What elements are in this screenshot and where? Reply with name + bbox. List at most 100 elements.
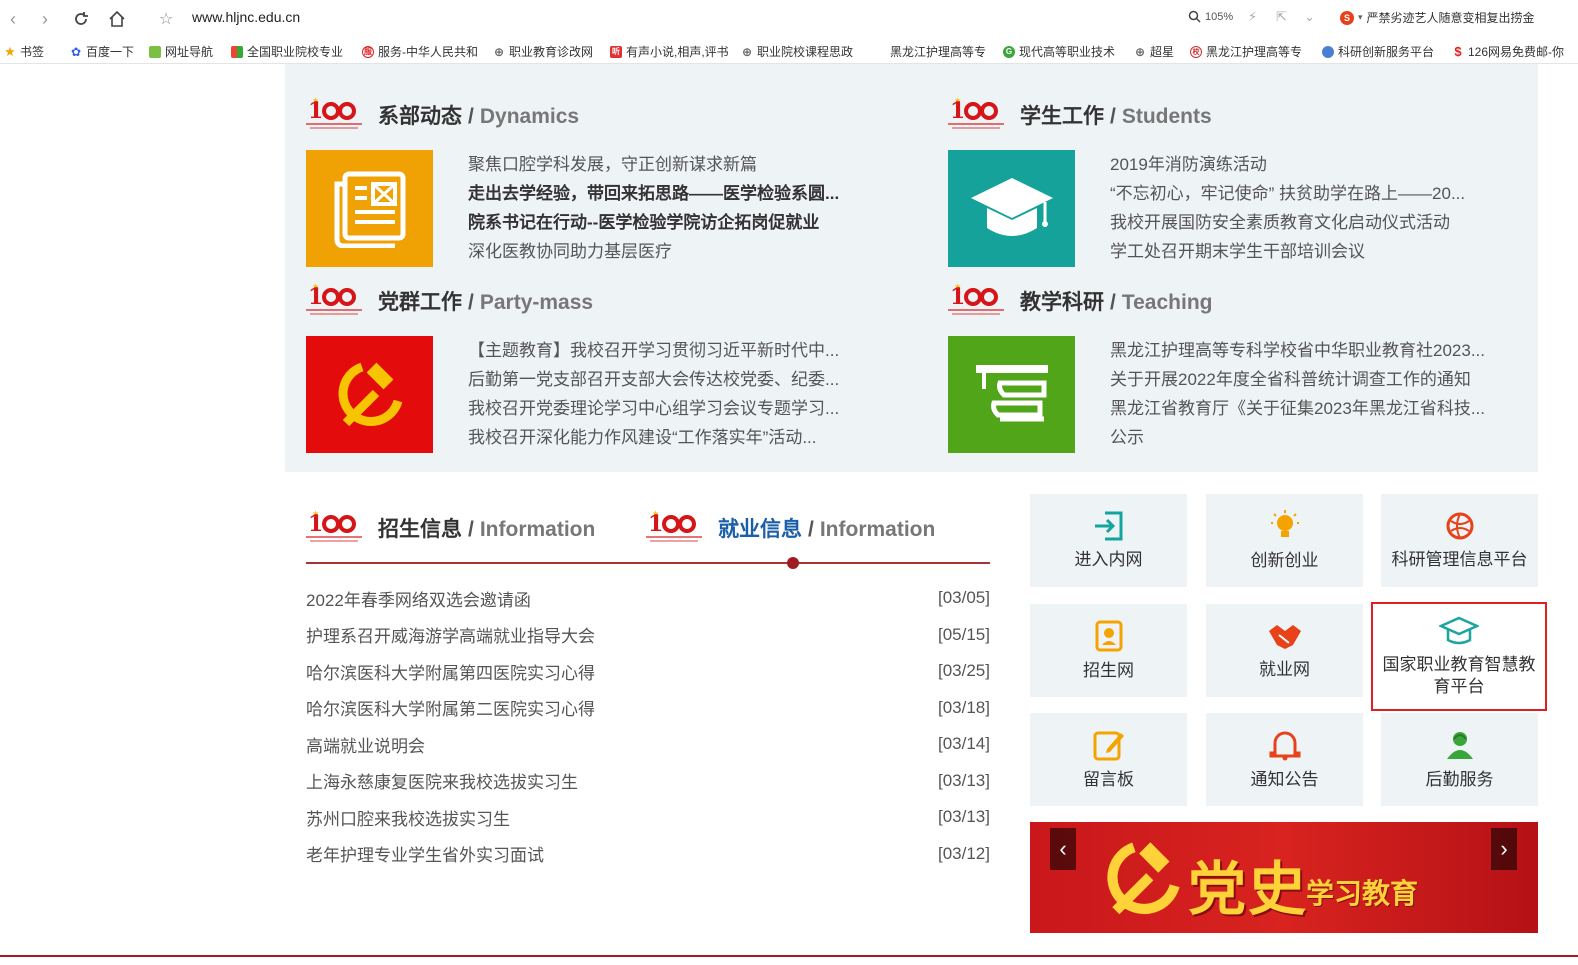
list-item[interactable]: 我校召开深化能力作风建设“工作落实年”活动... [468, 423, 840, 452]
news-row[interactable]: 护理系召开威海游学高端就业指导大会 [05/15] [306, 617, 990, 654]
section-title-cn: 学生工作 [1020, 105, 1104, 128]
tab-title-en: Information [819, 518, 936, 541]
news-date: [03/05] [938, 588, 990, 608]
news-title[interactable]: 上海永慈康复医院来我校选拔实习生 [306, 768, 578, 793]
list-item[interactable]: 黑龙江护理高等专科学校省中华职业教育社2023... [1110, 336, 1488, 365]
banner-prev-button[interactable]: ‹ [1050, 828, 1076, 870]
bookmark-star-icon[interactable]: ☆ [155, 8, 177, 30]
back-icon[interactable]: ‹ [2, 8, 24, 30]
news-row[interactable]: 2022年春季网络双选会邀请函 [03/05] [306, 580, 990, 617]
bookmark-item[interactable]: 全国职业院校专业 [231, 43, 343, 60]
news-row[interactable]: 哈尔滨医科大学附属第二医院实习心得 [03/18] [306, 690, 990, 727]
list-item[interactable]: 聚焦口腔学科发展，守正创新谋求新篇 [468, 150, 840, 179]
news-ticker[interactable]: S ▾ 严禁劣迹艺人随意变相复出捞金 [1340, 9, 1535, 26]
section-header-party[interactable]: ★ 1 党群工作 / Party-mass [306, 282, 593, 320]
bookmark-item[interactable]: 黑龙江护理高等专 [890, 43, 986, 60]
news-row[interactable]: 哈尔滨医科大学附属第四医院实习心得 [03/25] [306, 653, 990, 690]
bookmark-item[interactable]: ⊕ 职业教育诊改网 [493, 43, 593, 60]
quick-link-message-board[interactable]: 留言板 [1030, 713, 1187, 806]
list-item[interactable]: 深化医教协同助力基层医疗 [468, 237, 840, 266]
chevron-down-icon[interactable]: ⌄ [1304, 9, 1315, 25]
news-title[interactable]: 老年护理专业学生省外实习面试 [306, 841, 544, 866]
banner-next-button[interactable]: › [1491, 828, 1517, 870]
news-title[interactable]: 高端就业说明会 [306, 732, 425, 757]
bookmark-item[interactable]: ⊕ 职业院校课程思政 [741, 43, 853, 60]
party-100-logo-icon: ★ 1 [306, 509, 362, 547]
reload-icon[interactable] [70, 8, 92, 30]
list-item[interactable]: 2019年消防演练活动 [1110, 150, 1488, 179]
news-title[interactable]: 护理系召开威海游学高端就业指导大会 [306, 622, 595, 647]
gov-emblem-icon: 服 [362, 45, 374, 58]
bookmark-item[interactable]: ★ 书签 [4, 43, 44, 60]
bookmark-item[interactable]: ⊕ 超星 [1134, 43, 1174, 60]
list-item[interactable]: 后勤第一党支部召开支部大会传达校党委、纪委... [468, 365, 840, 394]
tab-underline [306, 562, 990, 564]
school-logo-icon: 校 [1190, 45, 1202, 58]
quick-link-employment[interactable]: 就业网 [1206, 604, 1363, 697]
tab-admission[interactable]: ★ 1 招生信息 / Information [306, 509, 595, 547]
address-bar[interactable]: www.hljnc.edu.cn [192, 9, 300, 25]
news-ticker-text: 严禁劣迹艺人随意变相复出捞金 [1366, 11, 1535, 25]
news-row[interactable]: 老年护理专业学生省外实习面试 [03/12] [306, 836, 990, 873]
quick-link-notices[interactable]: 通知公告 [1206, 713, 1363, 806]
books-cap-icon [975, 364, 1048, 421]
list-item[interactable]: 关于开展2022年度全省科普统计调查工作的通知 [1110, 365, 1488, 394]
section-header-dynamics[interactable]: ★ 1 系部动态 / Dynamics [306, 96, 579, 134]
bookmark-item[interactable]: 网址导航 [149, 43, 213, 60]
section-title-en: Teaching [1121, 291, 1213, 314]
quick-link-intranet[interactable]: 进入内网 [1030, 494, 1187, 587]
bookmarks-bar: ★ 书签 ✿ 百度一下 网址导航 全国职业院校专业 服服务-中华人民共和 ⊕ 职业教育… [0, 36, 1578, 64]
party-100-logo-icon: ★ 1 [306, 282, 362, 320]
nav-site-icon [149, 45, 161, 58]
students-tile[interactable] [948, 150, 1075, 267]
login-icon [1094, 511, 1122, 540]
dynamics-tile[interactable] [306, 150, 433, 267]
forward-icon[interactable]: › [34, 8, 56, 30]
zoom-level: 105% [1205, 10, 1234, 23]
list-item[interactable]: 我校开展国防安全素质教育文化启动仪式活动 [1110, 208, 1488, 237]
list-item[interactable]: 走出去学经验，带回来拓思路——医学检验系圆... [468, 179, 840, 208]
home-icon[interactable] [106, 8, 128, 30]
list-item[interactable]: 公示 [1110, 423, 1488, 452]
party-tile[interactable] [306, 336, 433, 453]
zoom-indicator[interactable]: 105% [1188, 10, 1233, 23]
quick-link-research[interactable]: 科研管理信息平台 [1381, 494, 1538, 587]
share-icon[interactable]: ⇱ [1276, 9, 1287, 25]
bookmark-item[interactable]: 听有声小说,相声,评书 [610, 43, 729, 60]
list-item[interactable]: 【主题教育】我校召开学习贯彻习近平新时代中... [468, 336, 840, 365]
news-title[interactable]: 苏州口腔来我校选拔实习生 [306, 805, 510, 830]
news-title[interactable]: 哈尔滨医科大学附属第二医院实习心得 [306, 695, 595, 720]
news-title[interactable]: 哈尔滨医科大学附属第四医院实习心得 [306, 659, 595, 684]
news-title[interactable]: 2022年春季网络双选会邀请函 [306, 586, 531, 611]
news-date: [03/13] [938, 770, 990, 790]
quick-link-logistics[interactable]: 后勤服务 [1381, 713, 1538, 806]
list-item[interactable]: “不忘初心，牢记使命” 扶贫助学在路上——20... [1110, 179, 1488, 208]
section-header-students[interactable]: ★ 1 学生工作 / Students [948, 96, 1212, 134]
party-history-banner[interactable]: 党史 学习教育 ‹ › [1030, 822, 1538, 933]
section-header-teaching[interactable]: ★ 1 教学科研 / Teaching [948, 282, 1212, 320]
news-date: [03/18] [938, 697, 990, 717]
bookmark-item[interactable]: 科研创新服务平台 [1322, 43, 1434, 60]
news-row[interactable]: 苏州口腔来我校选拔实习生 [03/13] [306, 799, 990, 836]
bookmark-item[interactable]: G 现代高等职业技术 [1003, 43, 1115, 60]
bookmark-item[interactable]: $126网易免费邮-你 [1452, 43, 1564, 60]
teaching-tile[interactable] [948, 336, 1075, 453]
bookmark-item[interactable]: ✿ 百度一下 [70, 43, 134, 60]
list-item[interactable]: 我校召开党委理论学习中心组学习会议专题学习... [468, 394, 840, 423]
quick-link-innovation[interactable]: 创新创业 [1206, 494, 1363, 587]
quick-link-admission[interactable]: 招生网 [1030, 604, 1187, 697]
sogou-icon: S [1340, 10, 1354, 25]
quick-link-smart-education[interactable]: 国家职业教育智慧教育平台 [1371, 602, 1547, 711]
tab-employment[interactable]: ★ 1 就业信息 / Information [646, 509, 935, 547]
bookmark-item[interactable]: 服服务-中华人民共和 [362, 43, 478, 60]
bookmark-item[interactable]: 校黑龙江护理高等专 [1190, 43, 1302, 60]
bell-icon [1269, 731, 1300, 760]
list-item[interactable]: 学工处召开期末学生干部培训会议 [1110, 237, 1488, 266]
site-logo-icon [1322, 45, 1334, 58]
news-row[interactable]: 上海永慈康复医院来我校选拔实习生 [03/13] [306, 763, 990, 800]
list-item[interactable]: 院系书记在行动--医学检验学院访企拓岗促就业 [468, 208, 840, 237]
list-item[interactable]: 黑龙江省教育厅《关于征集2023年黑龙江省科技... [1110, 394, 1488, 423]
lightning-icon[interactable]: ⚡ [1248, 9, 1257, 25]
party-100-logo-icon: ★ 1 [646, 509, 702, 547]
news-row[interactable]: 高端就业说明会 [03/14] [306, 726, 990, 763]
